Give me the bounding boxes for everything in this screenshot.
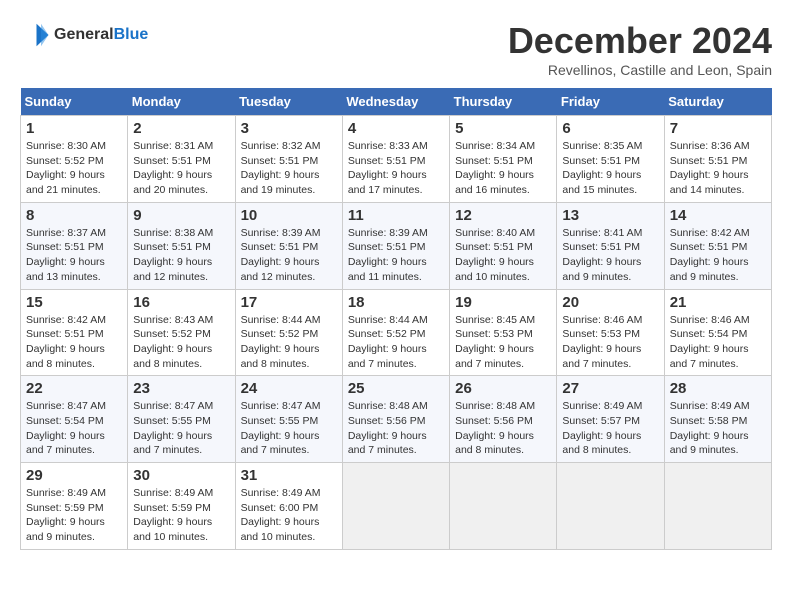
table-row: 15Sunrise: 8:42 AMSunset: 5:51 PMDayligh… — [21, 289, 128, 376]
table-row: 31Sunrise: 8:49 AMSunset: 6:00 PMDayligh… — [235, 463, 342, 550]
table-row: 27Sunrise: 8:49 AMSunset: 5:57 PMDayligh… — [557, 376, 664, 463]
table-row: 6Sunrise: 8:35 AMSunset: 5:51 PMDaylight… — [557, 116, 664, 203]
page-header: GeneralBlue December 2024 Revellinos, Ca… — [20, 20, 772, 78]
table-row: 4Sunrise: 8:33 AMSunset: 5:51 PMDaylight… — [342, 116, 449, 203]
table-row: 28Sunrise: 8:49 AMSunset: 5:58 PMDayligh… — [664, 376, 771, 463]
table-row: 5Sunrise: 8:34 AMSunset: 5:51 PMDaylight… — [450, 116, 557, 203]
subtitle: Revellinos, Castille and Leon, Spain — [508, 62, 772, 78]
table-row: 29Sunrise: 8:49 AMSunset: 5:59 PMDayligh… — [21, 463, 128, 550]
col-monday: Monday — [128, 88, 235, 116]
table-row: 2Sunrise: 8:31 AMSunset: 5:51 PMDaylight… — [128, 116, 235, 203]
table-row: 9Sunrise: 8:38 AMSunset: 5:51 PMDaylight… — [128, 202, 235, 289]
col-saturday: Saturday — [664, 88, 771, 116]
col-friday: Friday — [557, 88, 664, 116]
table-row: 26Sunrise: 8:48 AMSunset: 5:56 PMDayligh… — [450, 376, 557, 463]
col-thursday: Thursday — [450, 88, 557, 116]
table-row: 8Sunrise: 8:37 AMSunset: 5:51 PMDaylight… — [21, 202, 128, 289]
month-title: December 2024 — [508, 20, 772, 62]
col-wednesday: Wednesday — [342, 88, 449, 116]
table-row: 10Sunrise: 8:39 AMSunset: 5:51 PMDayligh… — [235, 202, 342, 289]
table-row: 23Sunrise: 8:47 AMSunset: 5:55 PMDayligh… — [128, 376, 235, 463]
table-row: 19Sunrise: 8:45 AMSunset: 5:53 PMDayligh… — [450, 289, 557, 376]
logo-icon — [20, 20, 50, 50]
table-row: 11Sunrise: 8:39 AMSunset: 5:51 PMDayligh… — [342, 202, 449, 289]
table-row: 25Sunrise: 8:48 AMSunset: 5:56 PMDayligh… — [342, 376, 449, 463]
table-row: 18Sunrise: 8:44 AMSunset: 5:52 PMDayligh… — [342, 289, 449, 376]
logo-text: GeneralBlue — [54, 26, 148, 44]
table-row: 20Sunrise: 8:46 AMSunset: 5:53 PMDayligh… — [557, 289, 664, 376]
header-row: Sunday Monday Tuesday Wednesday Thursday… — [21, 88, 772, 116]
title-area: December 2024 Revellinos, Castille and L… — [508, 20, 772, 78]
table-row: 24Sunrise: 8:47 AMSunset: 5:55 PMDayligh… — [235, 376, 342, 463]
table-row: 12Sunrise: 8:40 AMSunset: 5:51 PMDayligh… — [450, 202, 557, 289]
table-row: 17Sunrise: 8:44 AMSunset: 5:52 PMDayligh… — [235, 289, 342, 376]
table-row: 3Sunrise: 8:32 AMSunset: 5:51 PMDaylight… — [235, 116, 342, 203]
col-tuesday: Tuesday — [235, 88, 342, 116]
table-row: 30Sunrise: 8:49 AMSunset: 5:59 PMDayligh… — [128, 463, 235, 550]
table-row: 21Sunrise: 8:46 AMSunset: 5:54 PMDayligh… — [664, 289, 771, 376]
col-sunday: Sunday — [21, 88, 128, 116]
table-row — [342, 463, 449, 550]
table-row: 14Sunrise: 8:42 AMSunset: 5:51 PMDayligh… — [664, 202, 771, 289]
table-row: 16Sunrise: 8:43 AMSunset: 5:52 PMDayligh… — [128, 289, 235, 376]
table-row: 7Sunrise: 8:36 AMSunset: 5:51 PMDaylight… — [664, 116, 771, 203]
table-row — [557, 463, 664, 550]
table-row: 22Sunrise: 8:47 AMSunset: 5:54 PMDayligh… — [21, 376, 128, 463]
table-row: 1Sunrise: 8:30 AMSunset: 5:52 PMDaylight… — [21, 116, 128, 203]
table-row: 13Sunrise: 8:41 AMSunset: 5:51 PMDayligh… — [557, 202, 664, 289]
calendar-table: Sunday Monday Tuesday Wednesday Thursday… — [20, 88, 772, 550]
table-row — [664, 463, 771, 550]
logo: GeneralBlue — [20, 20, 148, 50]
table-row — [450, 463, 557, 550]
